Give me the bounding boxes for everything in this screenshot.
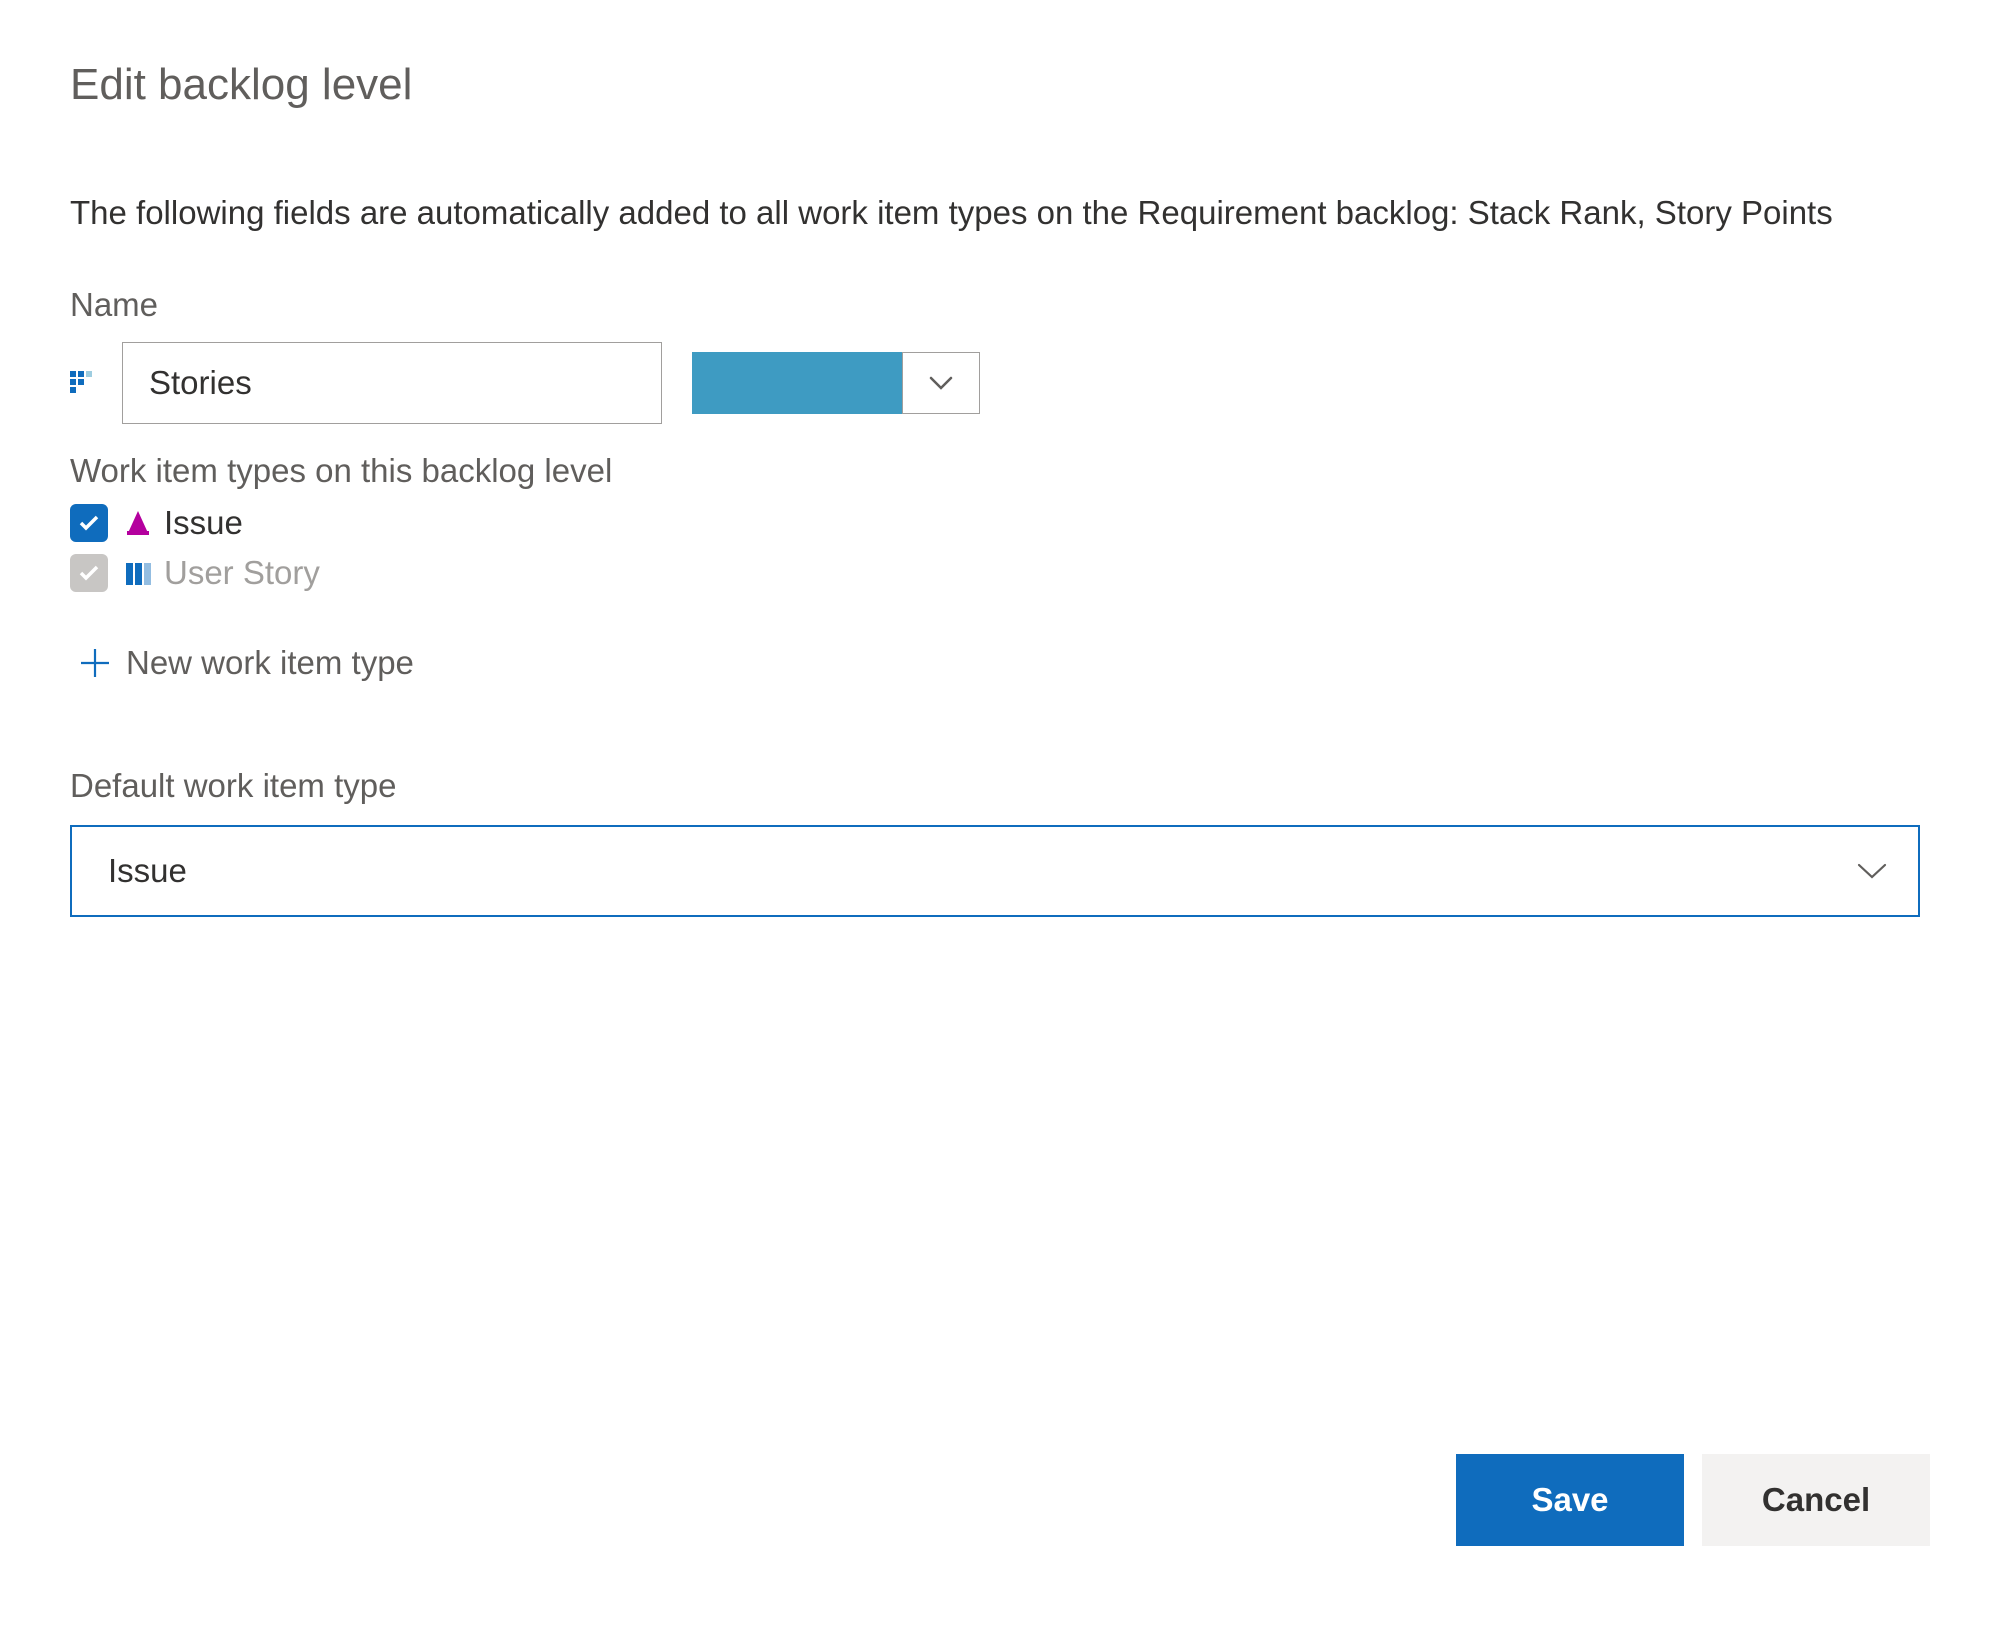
save-button[interactable]: Save xyxy=(1456,1454,1684,1546)
wit-item-user-story: User Story xyxy=(70,548,1930,598)
backlog-level-icon xyxy=(70,367,102,399)
name-field-label: Name xyxy=(70,286,1930,324)
default-wit-section: Default work item type Issue xyxy=(70,767,1930,917)
default-wit-select[interactable]: Issue xyxy=(70,825,1920,917)
default-wit-label: Default work item type xyxy=(70,767,1930,805)
chevron-down-icon xyxy=(929,376,953,390)
checkbox-user-story xyxy=(70,554,108,592)
checkmark-icon xyxy=(79,515,99,531)
default-wit-value: Issue xyxy=(108,852,187,890)
user-story-icon xyxy=(122,557,154,589)
new-work-item-type-button[interactable]: New work item type xyxy=(70,628,1930,712)
color-dropdown-button[interactable] xyxy=(902,352,980,414)
wit-item-label: User Story xyxy=(164,554,320,592)
wit-item-issue[interactable]: Issue xyxy=(70,498,1930,548)
color-swatch xyxy=(692,352,902,414)
issue-icon xyxy=(122,507,154,539)
color-picker[interactable] xyxy=(692,352,980,414)
dialog-title: Edit backlog level xyxy=(70,60,1930,110)
new-wit-label: New work item type xyxy=(126,644,414,682)
dialog-buttons: Save Cancel xyxy=(1456,1454,1930,1546)
wit-list: Issue User Story xyxy=(70,498,1930,598)
dialog-description: The following fields are automatically a… xyxy=(70,190,1930,236)
name-input[interactable] xyxy=(122,342,662,424)
wit-item-label: Issue xyxy=(164,504,243,542)
chevron-down-icon xyxy=(1856,862,1888,880)
wit-section-label: Work item types on this backlog level xyxy=(70,452,1930,490)
checkmark-icon xyxy=(79,565,99,581)
name-row xyxy=(70,342,1930,424)
cancel-button[interactable]: Cancel xyxy=(1702,1454,1930,1546)
checkbox-issue[interactable] xyxy=(70,504,108,542)
plus-icon xyxy=(78,646,112,680)
